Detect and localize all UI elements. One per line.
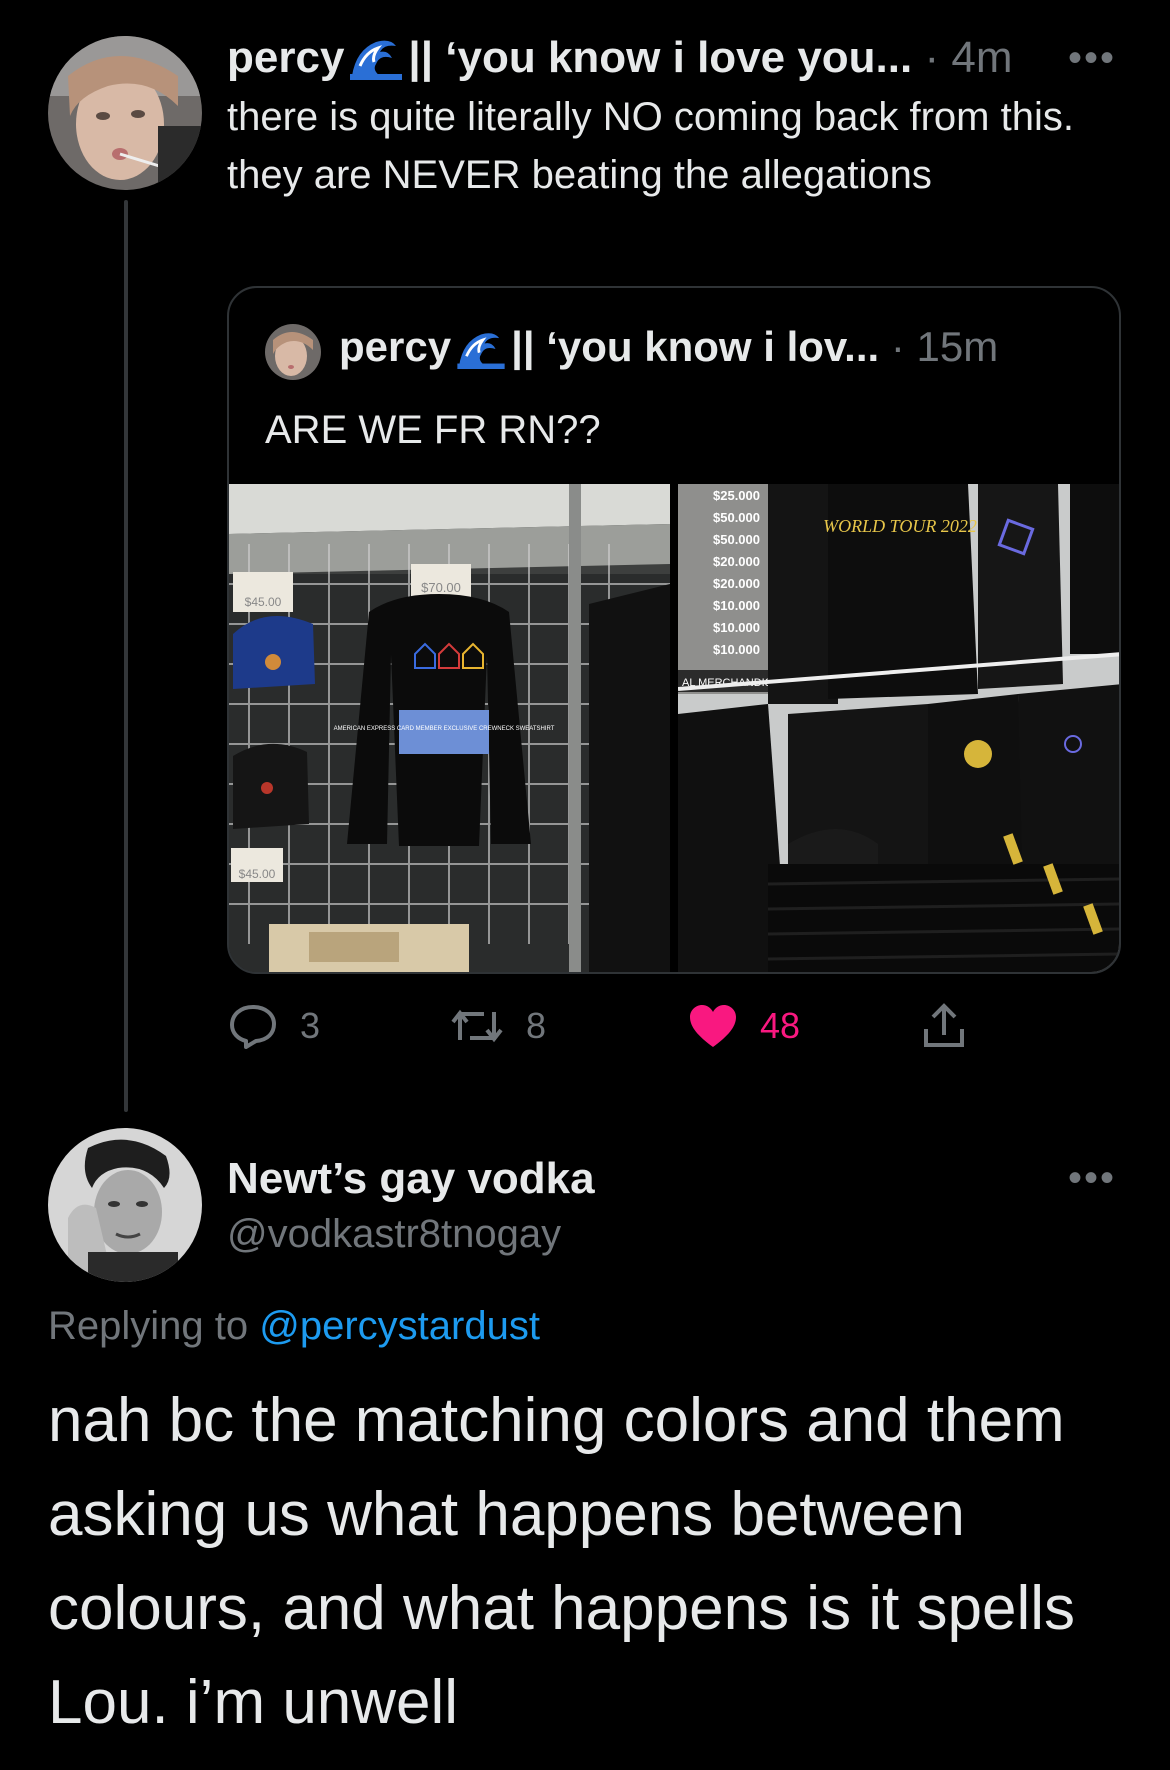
price-4: $20.000 xyxy=(713,554,760,569)
more-icon[interactable]: ••• xyxy=(1068,1158,1116,1198)
quote-tweet-card[interactable]: percy || ‘you know i lov... · 15m ARE WE… xyxy=(227,286,1121,974)
heart-icon xyxy=(690,1005,736,1047)
share-icon xyxy=(924,1003,964,1047)
share-action[interactable] xyxy=(922,996,988,1056)
price-5: $20.000 xyxy=(713,576,760,591)
more-icon[interactable]: ••• xyxy=(1068,38,1116,78)
price-2: $50.000 xyxy=(713,510,760,525)
price-7: $10.000 xyxy=(713,620,760,635)
reply-icon xyxy=(230,1005,276,1049)
tweet1-time: · 4m xyxy=(924,33,1013,82)
price-tag-3: $45.00 xyxy=(239,867,276,881)
quote-text: ARE WE FR RN?? xyxy=(265,408,601,452)
reply-avatar[interactable] xyxy=(48,1128,202,1282)
thread-line xyxy=(124,200,128,1112)
price-3: $50.000 xyxy=(713,532,760,547)
tweet1-author-name[interactable]: percy xyxy=(227,33,344,82)
price-8: $10.000 xyxy=(713,642,760,657)
reply-author-name[interactable]: Newt’s gay vodka xyxy=(227,1150,595,1208)
tweet1-author-suffix: || ‘you know i love you... xyxy=(408,33,913,82)
amex-card-text: AMERICAN EXPRESS CARD MEMBER EXCLUSIVE C… xyxy=(334,726,555,732)
reply-text: nah bc the matching colors and them aski… xyxy=(48,1386,1076,1737)
reply-count: 3 xyxy=(300,1005,321,1046)
quote-avatar xyxy=(265,324,321,380)
price-6: $10.000 xyxy=(713,598,760,613)
wave-emoji-icon xyxy=(350,36,403,96)
quote-header: percy || ‘you know i lov... · 15m xyxy=(339,318,998,384)
replying-to-line: Replying to @percystardust xyxy=(48,1296,540,1356)
tweet1-avatar[interactable] xyxy=(48,36,202,190)
price-tag-2: $70.00 xyxy=(421,580,461,595)
wave-emoji-icon xyxy=(457,326,505,384)
tour-merch-photo[interactable]: $25.000 $50.000 $50.000 $20.000 $20.000 … xyxy=(678,484,1119,972)
merch-booth-photo[interactable]: $45.00 $70.00 $45.00 AMERICAN EXPRESS CA… xyxy=(229,484,670,972)
like-action[interactable]: 48 xyxy=(688,996,800,1056)
quote-author-name[interactable]: percy xyxy=(339,323,451,370)
world-tour-print: WORLD TOUR 2022 xyxy=(823,516,977,536)
quote-time: · 15m xyxy=(890,323,999,370)
replying-to-mention[interactable]: @percystardust xyxy=(259,1304,540,1348)
quote-author-suffix: || ‘you know i lov... xyxy=(511,323,880,370)
price-tag-1: $45.00 xyxy=(245,595,282,609)
retweet-icon xyxy=(451,1009,503,1043)
price-1: $25.000 xyxy=(713,488,760,503)
retweet-count: 8 xyxy=(526,1005,547,1046)
tweet1-text: there is quite literally NO coming back … xyxy=(227,95,1074,197)
reply-action[interactable]: 3 xyxy=(228,996,320,1056)
reply-author-handle[interactable]: @vodkastr8tnogay xyxy=(227,1206,561,1262)
tweet1-header: percy || ‘you know i love you... · 4m xyxy=(227,28,1012,96)
retweet-action[interactable]: 8 xyxy=(450,996,546,1056)
replying-to-label: Replying to xyxy=(48,1304,249,1348)
like-count: 48 xyxy=(760,1005,801,1046)
